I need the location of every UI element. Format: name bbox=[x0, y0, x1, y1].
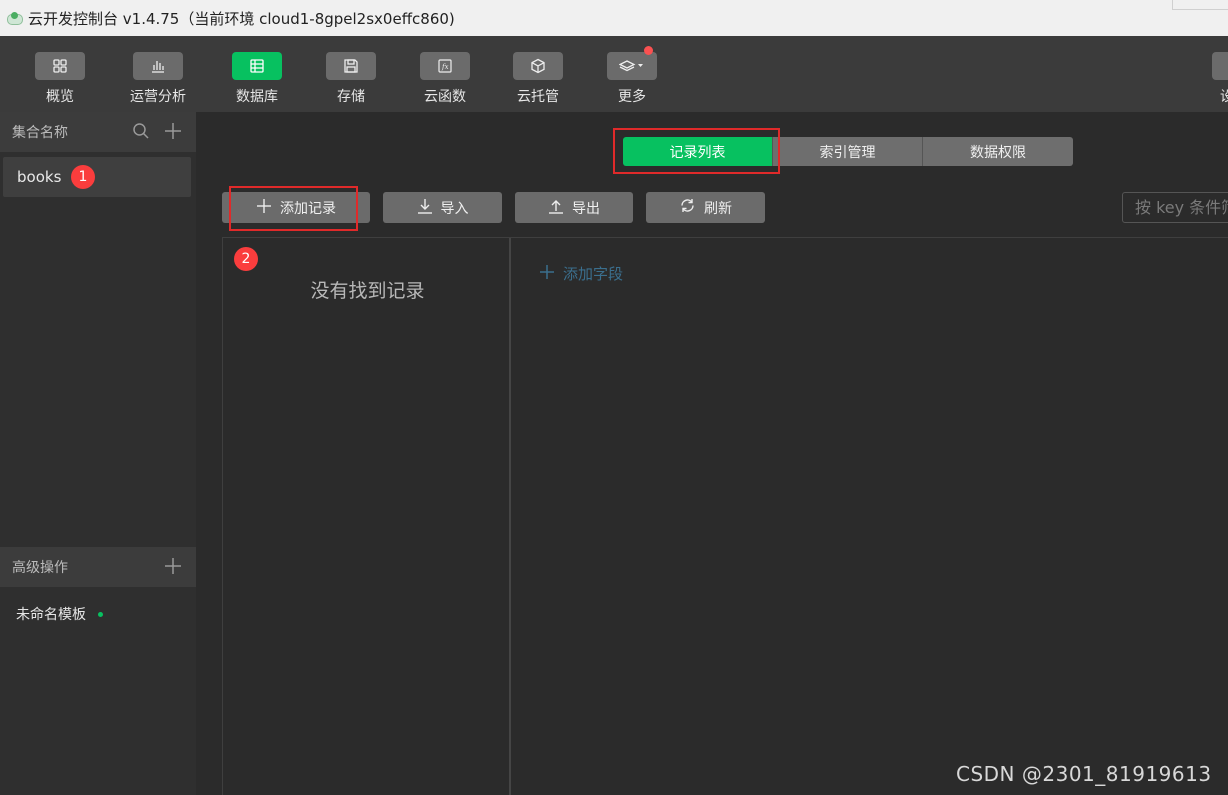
toolbar-label: 设 bbox=[1220, 89, 1228, 105]
collections-sidebar: 集合名称 books 1 高级操作 未命名模板 bbox=[0, 112, 196, 795]
filter-input[interactable]: 按 key 条件筛 bbox=[1122, 192, 1228, 223]
toolbar-item-storage[interactable]: 存储 bbox=[311, 52, 391, 106]
template-item-label: 未命名模板 bbox=[16, 607, 86, 623]
toolbar-label: 概览 bbox=[46, 89, 74, 105]
export-label: 导出 bbox=[572, 200, 600, 217]
advanced-header-label: 高级操作 bbox=[12, 560, 68, 576]
download-icon bbox=[417, 198, 433, 218]
toolbar-item-database[interactable]: 数据库 bbox=[217, 52, 297, 106]
empty-state-text: 没有找到记录 bbox=[310, 280, 425, 302]
notification-dot bbox=[644, 46, 653, 55]
collection-item-books[interactable]: books 1 bbox=[3, 157, 191, 197]
advanced-header: 高级操作 bbox=[0, 547, 196, 587]
annotation-highlight-box bbox=[613, 128, 780, 174]
svg-text:fx: fx bbox=[441, 63, 449, 71]
import-label: 导入 bbox=[440, 200, 469, 217]
refresh-label: 刷新 bbox=[704, 200, 732, 217]
plus-icon bbox=[539, 264, 555, 284]
app-logo-icon bbox=[6, 10, 23, 26]
add-field-label: 添加字段 bbox=[563, 265, 624, 283]
refresh-button[interactable]: 刷新 bbox=[646, 192, 765, 223]
database-icon bbox=[232, 52, 282, 80]
toolbar-item-analytics[interactable]: 运营分析 bbox=[118, 52, 198, 106]
function-icon: fx bbox=[420, 52, 470, 80]
save-icon bbox=[326, 52, 376, 80]
upload-icon bbox=[548, 198, 564, 218]
toolbar-item-overview[interactable]: 概览 bbox=[20, 52, 100, 106]
annotation-badge: 2 bbox=[234, 247, 258, 271]
toolbar-item-settings[interactable] bbox=[1212, 52, 1228, 80]
toolbar-item-more[interactable]: 更多 bbox=[592, 46, 672, 106]
window-title: 云开发控制台 v1.4.75（当前环境 cloud1-8gpel2sx0effc… bbox=[28, 9, 455, 28]
add-template-icon[interactable] bbox=[164, 557, 182, 579]
toolbar-label: 存储 bbox=[337, 89, 365, 105]
template-item[interactable]: 未命名模板 bbox=[16, 604, 103, 624]
record-list-column: 2 没有找到记录 bbox=[222, 238, 511, 795]
add-collection-icon[interactable] bbox=[164, 122, 182, 144]
main-panel: 记录列表 索引管理 数据权限 添加记录 导入 导出 刷新 按 key 条件筛 2… bbox=[196, 112, 1228, 795]
toolbar-label: 数据库 bbox=[236, 89, 278, 105]
status-dot bbox=[98, 611, 103, 617]
bar-chart-icon bbox=[133, 52, 183, 80]
records-panel: 2 没有找到记录 添加字段 bbox=[222, 237, 1228, 795]
annotation-badge: 1 bbox=[71, 165, 95, 189]
cube-icon bbox=[513, 52, 563, 80]
toolbar-label: 云托管 bbox=[517, 89, 559, 105]
tab-index-management[interactable]: 索引管理 bbox=[773, 137, 923, 166]
toolbar-label: 运营分析 bbox=[130, 89, 186, 105]
watermark-text: CSDN @2301_81919613 bbox=[956, 762, 1212, 786]
main-toolbar: 概览 运营分析 数据库 存储 fx 云函数 云托管 更多 bbox=[0, 36, 1228, 112]
refresh-icon bbox=[679, 197, 696, 218]
title-bar: 云开发控制台 v1.4.75（当前环境 cloud1-8gpel2sx0effc… bbox=[0, 0, 1228, 36]
toolbar-label: 云函数 bbox=[424, 89, 466, 105]
window-controls-edge bbox=[1172, 0, 1228, 10]
toolbar-item-cloudrun[interactable]: 云托管 bbox=[498, 52, 578, 106]
toolbar-item-functions[interactable]: fx 云函数 bbox=[405, 52, 485, 106]
export-button[interactable]: 导出 bbox=[515, 192, 633, 223]
collections-header-label: 集合名称 bbox=[12, 125, 68, 141]
tab-data-permissions[interactable]: 数据权限 bbox=[923, 137, 1073, 166]
import-button[interactable]: 导入 bbox=[383, 192, 502, 223]
add-field-button[interactable]: 添加字段 bbox=[539, 263, 623, 284]
layers-icon bbox=[607, 52, 657, 80]
toolbar-label: 更多 bbox=[618, 89, 646, 105]
annotation-highlight-box bbox=[229, 186, 358, 231]
collections-header: 集合名称 bbox=[0, 112, 196, 152]
collection-item-label: books bbox=[17, 168, 62, 186]
grid-icon bbox=[35, 52, 85, 80]
search-icon[interactable] bbox=[132, 122, 150, 144]
